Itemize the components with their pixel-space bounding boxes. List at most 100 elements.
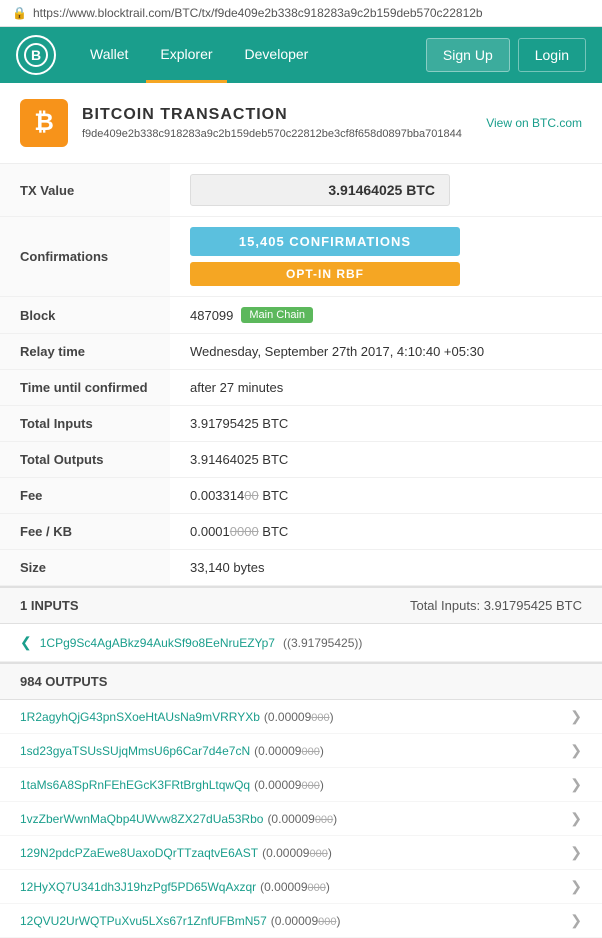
url-text: https://www.blocktrail.com/BTC/tx/f9de40… xyxy=(33,6,590,20)
navbar: B Wallet Explorer Developer Sign Up Logi… xyxy=(0,27,602,83)
chevron-right-icon-0: ❯ xyxy=(570,708,582,725)
nav-links: Wallet Explorer Developer xyxy=(76,28,426,83)
row-time-until: Time until confirmed after 27 minutes xyxy=(0,370,602,406)
fee-main: 0.003314 xyxy=(190,488,244,503)
signup-button[interactable]: Sign Up xyxy=(426,38,510,72)
row-total-outputs: Total Outputs 3.91464025 BTC xyxy=(0,442,602,478)
main-chain-badge: Main Chain xyxy=(241,307,313,323)
nav-developer[interactable]: Developer xyxy=(231,28,323,83)
nav-wallet[interactable]: Wallet xyxy=(76,28,142,83)
chevron-right-icon-5: ❯ xyxy=(570,878,582,895)
output-amount-4: (0.00009000) xyxy=(262,846,332,860)
row-fee-kb: Fee / KB 0.00010000 BTC xyxy=(0,514,602,550)
row-confirmations: Confirmations 15,405 CONFIRMATIONS OPT-I… xyxy=(0,217,602,297)
view-btc-link[interactable]: View on BTC.com xyxy=(486,116,582,130)
output-left-1: 1sd23gyaTSUsSUjqMmsU6p6Car7d4e7cN (0.000… xyxy=(20,744,570,758)
output-item-1[interactable]: 1sd23gyaTSUsSUjqMmsU6p6Car7d4e7cN (0.000… xyxy=(0,734,602,768)
btc-icon: ₿ xyxy=(20,99,68,147)
tx-info: BITCOIN TRANSACTION f9de409e2b338c918283… xyxy=(82,106,462,140)
output-item-6[interactable]: 12QVU2UrWQTPuXvu5LXs67r1ZnfUFBmN57 (0.00… xyxy=(0,904,602,938)
block-label: Block xyxy=(0,297,170,334)
total-inputs-value: 3.91795425 BTC xyxy=(170,406,602,442)
fee-btc: BTC xyxy=(259,488,289,503)
row-size: Size 33,140 bytes xyxy=(0,550,602,586)
outputs-label: 984 OUTPUTS xyxy=(20,674,107,689)
inputs-total: Total Inputs: 3.91795425 BTC xyxy=(410,598,582,613)
outputs-section-header: 984 OUTPUTS xyxy=(0,662,602,700)
fee-kb-strike: 0000 xyxy=(230,524,259,539)
input-item-0[interactable]: ❮ 1CPg9Sc4AgABkz94AukSf9o8EeNruEZYp7 ((3… xyxy=(0,624,602,662)
main-content: ₿ BITCOIN TRANSACTION f9de409e2b338c9182… xyxy=(0,83,602,938)
fee-kb-label: Fee / KB xyxy=(0,514,170,550)
svg-text:B: B xyxy=(31,47,41,63)
fee-label: Fee xyxy=(0,478,170,514)
fee-kb-value-cell: 0.00010000 BTC xyxy=(170,514,602,550)
output-amount-5: (0.00009000) xyxy=(260,880,330,894)
outputs-list: 1R2agyhQjG43pnSXoeHtAUsNa9mVRRYXb (0.000… xyxy=(0,700,602,938)
confirmations-box: 15,405 CONFIRMATIONS xyxy=(190,227,460,256)
chevron-right-icon-1: ❯ xyxy=(570,742,582,759)
tx-hash: f9de409e2b338c918283a9c2b159deb570c22812… xyxy=(82,128,462,140)
output-item-4[interactable]: 129N2pdcPZaEwe8UaxoDQrTTzaqtvE6AST (0.00… xyxy=(0,836,602,870)
output-item-3[interactable]: 1vzZberWwnMaQbp4UWvw8ZX27dUa53Rbo (0.000… xyxy=(0,802,602,836)
nav-right: Sign Up Login xyxy=(426,38,586,72)
fee-kb-main: 0.0001 xyxy=(190,524,230,539)
output-amount-2: (0.00009000) xyxy=(254,778,324,792)
output-left-0: 1R2agyhQjG43pnSXoeHtAUsNa9mVRRYXb (0.000… xyxy=(20,710,570,724)
output-left-5: 12HyXQ7U341dh3J19hzPgf5PD65WqAxzqr (0.00… xyxy=(20,880,570,894)
nav-explorer[interactable]: Explorer xyxy=(146,28,226,83)
output-address-4[interactable]: 129N2pdcPZaEwe8UaxoDQrTTzaqtvE6AST xyxy=(20,846,258,860)
lock-icon: 🔒 xyxy=(12,6,27,20)
nav-logo[interactable]: B xyxy=(16,35,56,75)
relay-time-label: Relay time xyxy=(0,334,170,370)
fee-strike: 00 xyxy=(244,488,258,503)
inputs-section-header: 1 INPUTS Total Inputs: 3.91795425 BTC xyxy=(0,586,602,624)
size-label: Size xyxy=(0,550,170,586)
fee-value-cell: 0.00331400 BTC xyxy=(170,478,602,514)
output-left-3: 1vzZberWwnMaQbp4UWvw8ZX27dUa53Rbo (0.000… xyxy=(20,812,570,826)
block-value: 487099 Main Chain xyxy=(190,307,582,323)
inputs-total-label: Total Inputs: xyxy=(410,598,480,613)
output-address-3[interactable]: 1vzZberWwnMaQbp4UWvw8ZX27dUa53Rbo xyxy=(20,812,263,826)
output-address-5[interactable]: 12HyXQ7U341dh3J19hzPgf5PD65WqAxzqr xyxy=(20,880,256,894)
tx-header: ₿ BITCOIN TRANSACTION f9de409e2b338c9182… xyxy=(0,83,602,164)
row-tx-value: TX Value 3.91464025 BTC xyxy=(0,164,602,217)
row-total-inputs: Total Inputs 3.91795425 BTC xyxy=(0,406,602,442)
row-relay-time: Relay time Wednesday, September 27th 201… xyxy=(0,334,602,370)
details-table: TX Value 3.91464025 BTC Confirmations 15… xyxy=(0,164,602,586)
output-item-5[interactable]: 12HyXQ7U341dh3J19hzPgf5PD65WqAxzqr (0.00… xyxy=(0,870,602,904)
chevron-right-icon-3: ❯ xyxy=(570,810,582,827)
output-amount-3: (0.00009000) xyxy=(267,812,337,826)
total-inputs-label: Total Inputs xyxy=(0,406,170,442)
output-address-0[interactable]: 1R2agyhQjG43pnSXoeHtAUsNa9mVRRYXb xyxy=(20,710,260,724)
output-amount-0: (0.00009000) xyxy=(264,710,334,724)
row-block: Block 487099 Main Chain xyxy=(0,297,602,334)
tx-value-cell: 3.91464025 BTC xyxy=(170,164,602,217)
total-outputs-label: Total Outputs xyxy=(0,442,170,478)
tx-left: ₿ BITCOIN TRANSACTION f9de409e2b338c9182… xyxy=(20,99,462,147)
chevron-left-icon: ❮ xyxy=(20,634,32,651)
confirmations-cell: 15,405 CONFIRMATIONS OPT-IN RBF xyxy=(170,217,602,297)
output-address-2[interactable]: 1taMs6A8SpRnFEhEGcK3FRtBrghLtqwQq xyxy=(20,778,250,792)
output-left-2: 1taMs6A8SpRnFEhEGcK3FRtBrghLtqwQq (0.000… xyxy=(20,778,570,792)
tx-value-label: TX Value xyxy=(0,164,170,217)
output-address-6[interactable]: 12QVU2UrWQTPuXvu5LXs67r1ZnfUFBmN57 xyxy=(20,914,267,928)
inputs-label: 1 INPUTS xyxy=(20,598,79,613)
chevron-right-icon-6: ❯ xyxy=(570,912,582,929)
output-address-1[interactable]: 1sd23gyaTSUsSUjqMmsU6p6Car7d4e7cN xyxy=(20,744,250,758)
input-amount-0: ((3.91795425)) xyxy=(283,636,362,650)
opt-in-rbf-badge: OPT-IN RBF xyxy=(190,262,460,286)
size-value: 33,140 bytes xyxy=(170,550,602,586)
chevron-right-icon-2: ❯ xyxy=(570,776,582,793)
fee-kb-btc: BTC xyxy=(259,524,289,539)
total-outputs-value: 3.91464025 BTC xyxy=(170,442,602,478)
login-button[interactable]: Login xyxy=(518,38,586,72)
output-amount-1: (0.00009000) xyxy=(254,744,324,758)
block-cell: 487099 Main Chain xyxy=(170,297,602,334)
block-number: 487099 xyxy=(190,308,233,323)
output-item-0[interactable]: 1R2agyhQjG43pnSXoeHtAUsNa9mVRRYXb (0.000… xyxy=(0,700,602,734)
confirmations-label: Confirmations xyxy=(0,217,170,297)
input-address-0[interactable]: 1CPg9Sc4AgABkz94AukSf9o8EeNruEZYp7 xyxy=(40,636,275,650)
tx-value-box: 3.91464025 BTC xyxy=(190,174,450,206)
relay-time-value: Wednesday, September 27th 2017, 4:10:40 … xyxy=(170,334,602,370)
